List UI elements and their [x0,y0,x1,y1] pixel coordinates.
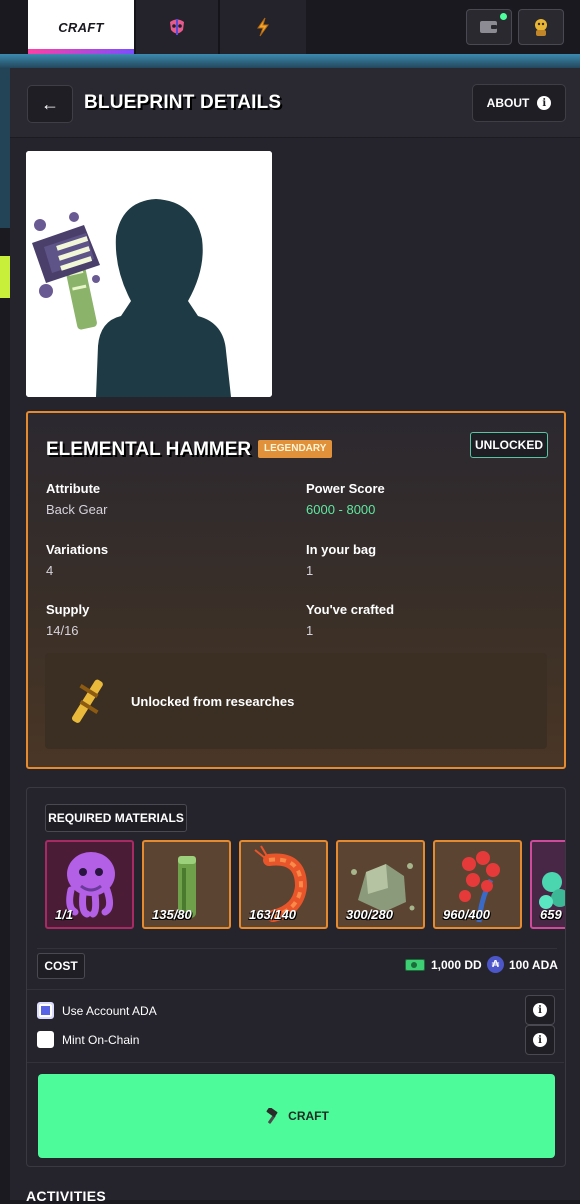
cost-ada-value: 100 ADA [509,957,558,972]
page-title: BLUEPRINT DETAILS [84,92,282,113]
material-count: 135/80 [152,907,192,922]
info-icon: i [537,96,552,110]
cost-dd-value: 1,000 DD [431,958,482,972]
mint-on-chain-option[interactable]: Mint On-Chain [37,1031,139,1048]
back-button[interactable]: ← [27,85,73,123]
supply-value: 14/16 [46,623,79,638]
use-account-ada-label: Use Account ADA [62,1003,157,1018]
top-nav: CRAFT [0,0,580,54]
attribute-value: Back Gear [46,502,108,517]
background-edge-accent [0,256,10,298]
variations-label: Variations [46,542,109,557]
about-button[interactable]: ABOUT i [472,84,566,122]
header-stripe [0,54,580,68]
cost-dd: 1,000 DD [405,958,482,972]
mint-on-chain-info-button[interactable]: i [525,1025,555,1055]
mask-icon [170,19,184,35]
attribute-label: Attribute [46,481,101,496]
mint-on-chain-label: Mint On-Chain [62,1032,140,1047]
hammer-icon [266,1108,278,1124]
info-icon: i [533,1003,547,1017]
in-bag-value: 1 [306,563,314,578]
material-count: 300/280 [346,907,393,922]
material-item[interactable]: 163/140 [239,840,328,929]
crafted-label: You've crafted [306,602,395,617]
about-label: ABOUT [486,96,530,110]
materials-list[interactable]: 1/1 135/80 163/140 300/280 960/400 659 [45,840,565,930]
material-item[interactable]: 659 [530,840,565,929]
research-scroll-icon [72,679,103,723]
notification-dot [500,13,507,20]
tab-craft-label: CRAFT [58,19,104,35]
material-count: 163/140 [249,907,296,922]
required-materials-label: REQUIRED MATERIALS [45,804,187,832]
rarity-badge: LEGENDARY [258,440,333,458]
divider [27,1062,564,1063]
wallet-button[interactable] [466,9,512,45]
material-count: 960/400 [443,907,490,922]
profile-button[interactable] [518,9,564,45]
use-account-ada-info-button[interactable]: i [525,995,555,1025]
info-icon: i [533,1033,547,1047]
item-name: ELEMENTAL HAMMER [46,439,252,460]
power-score-label: Power Score [306,481,385,496]
item-image [26,151,272,397]
activities-heading: ACTIVITIES [26,1188,107,1204]
materials-section: REQUIRED MATERIALS 1/1 135/80 163/140 30… [26,787,566,1167]
variations-value: 4 [46,563,54,578]
lightning-icon [257,17,269,37]
item-info-card: ELEMENTAL HAMMER LEGENDARY UNLOCKED Attr… [26,411,566,769]
tab-energy[interactable] [220,0,306,54]
wallet-icon [480,21,497,33]
material-item[interactable]: 135/80 [142,840,231,929]
ada-icon: ₳ [487,956,504,973]
character-silhouette-with-hammer [26,151,272,397]
material-count: 659 [540,907,562,922]
mint-on-chain-checkbox[interactable] [37,1031,54,1048]
supply-label: Supply [46,602,90,617]
divider [37,948,557,949]
crafted-value: 1 [306,623,314,638]
material-item[interactable]: 300/280 [336,840,425,929]
tab-craft[interactable]: CRAFT [28,0,134,54]
cost-label: COST [37,953,85,979]
use-account-ada-option[interactable]: Use Account ADA [37,1002,157,1019]
material-item[interactable]: 960/400 [433,840,522,929]
background-edge [0,68,10,228]
avatar-icon [535,19,547,36]
craft-button[interactable]: CRAFT [38,1074,555,1158]
divider [27,989,564,990]
unlock-text: Unlocked from researches [131,694,295,709]
status-badge: UNLOCKED [470,432,548,458]
in-bag-label: In your bag [306,542,377,557]
cash-icon [405,959,425,971]
power-score-value: 6000 - 8000 [306,502,376,517]
craft-button-label: CRAFT [288,1109,329,1123]
tab-characters[interactable] [136,0,218,54]
use-account-ada-checkbox[interactable] [37,1002,54,1019]
cost-ada: ₳ 100 ADA [487,956,558,973]
material-item[interactable]: 1/1 [45,840,134,929]
material-count: 1/1 [55,907,74,922]
unlock-source: Unlocked from researches [45,653,547,749]
arrow-left-icon: ← [41,93,59,114]
